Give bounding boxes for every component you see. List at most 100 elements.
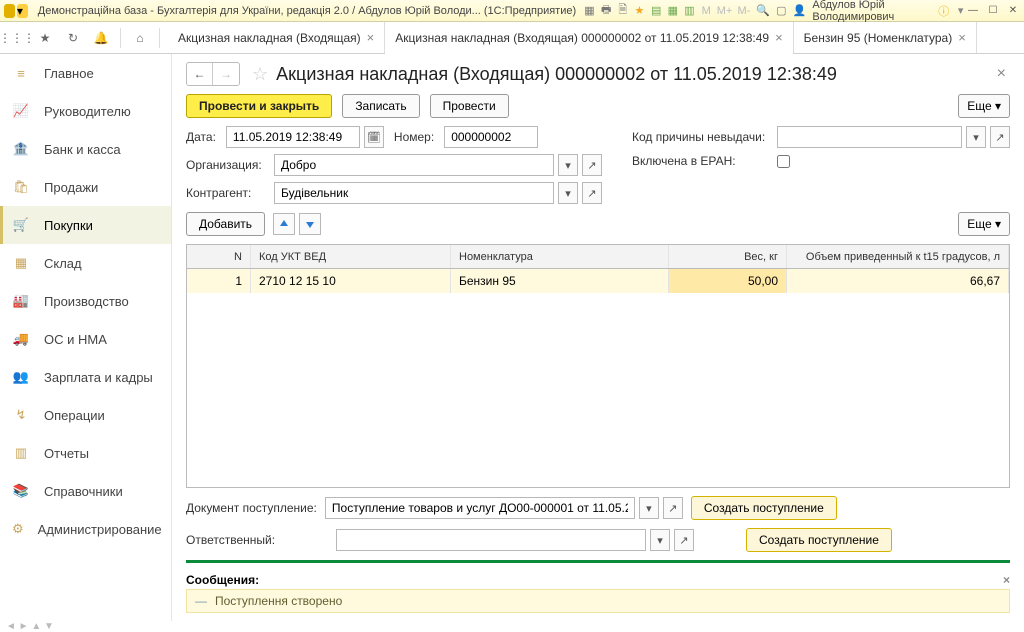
truck-icon: 🚚: [12, 330, 30, 348]
tab-1[interactable]: Акцизная накладная (Входящая) 000000002 …: [385, 22, 793, 53]
sidebar-item-reports[interactable]: ▥Отчеты: [0, 434, 171, 472]
star-icon[interactable]: ★: [634, 4, 645, 18]
open-ref-icon[interactable]: ↗: [582, 154, 602, 176]
tb-m[interactable]: M: [701, 4, 712, 18]
col-n[interactable]: N: [187, 245, 251, 268]
org-select[interactable]: [274, 154, 554, 176]
menu-icon: ≡: [12, 64, 30, 82]
messages-section: Сообщения: × — Поступлення створено: [186, 571, 1010, 613]
save-button[interactable]: Записать: [342, 94, 419, 118]
chart-icon: 📈: [12, 102, 30, 120]
tb-icon[interactable]: ▦: [584, 4, 595, 18]
create-receipt-button-1[interactable]: Создать поступление: [691, 496, 837, 520]
print-icon[interactable]: 🖶: [601, 4, 612, 18]
calendar-icon[interactable]: ▥: [684, 4, 695, 18]
more-label: Еще: [967, 99, 991, 113]
open-ref-icon[interactable]: ↗: [674, 529, 694, 551]
add-row-button[interactable]: Добавить: [186, 212, 265, 236]
responsible-select[interactable]: [336, 529, 646, 551]
contragent-select[interactable]: [274, 182, 554, 204]
window-title: Демонстраційна база - Бухгалтерія для Ук…: [38, 5, 576, 17]
tb-dropdown[interactable]: ▾: [955, 4, 966, 18]
home-icon[interactable]: ⌂: [129, 27, 151, 49]
resize-handles[interactable]: ◄ ► ▲ ▼: [0, 621, 1024, 631]
history-icon[interactable]: ↻: [62, 27, 84, 49]
tab-0[interactable]: Акцизная накладная (Входящая) ×: [168, 22, 385, 53]
calendar-icon[interactable]: 🗓: [364, 126, 384, 148]
sidebar-item-label: Администрирование: [38, 522, 162, 537]
col-weight[interactable]: Вес, кг: [669, 245, 787, 268]
sidebar-item-purchases[interactable]: 🛒Покупки: [0, 206, 171, 244]
erpan-checkbox[interactable]: [777, 155, 790, 168]
sidebar-item-operations[interactable]: ↯Операции: [0, 396, 171, 434]
close-page-icon[interactable]: ×: [993, 65, 1010, 83]
open-ref-icon[interactable]: ↗: [663, 497, 683, 519]
sidebar-item-admin[interactable]: ⚙Администрирование: [0, 510, 171, 548]
apps-icon[interactable]: ⋮⋮⋮: [6, 27, 28, 49]
app-dropdown-icon[interactable]: ▾: [17, 4, 28, 18]
tb-mminus[interactable]: M-: [738, 4, 751, 18]
sidebar-item-manager[interactable]: 📈Руководителю: [0, 92, 171, 130]
move-down-button[interactable]: [299, 213, 321, 235]
dash-icon: —: [195, 594, 207, 608]
open-ref-icon[interactable]: ↗: [990, 126, 1010, 148]
dropdown-icon[interactable]: ▾: [558, 154, 578, 176]
move-up-button[interactable]: [273, 213, 295, 235]
sidebar: ≡Главное 📈Руководителю 🏦Банк и касса 🛍Пр…: [0, 54, 172, 621]
items-table: N Код УКТ ВЕД Номенклатура Вес, кг Объем…: [186, 244, 1010, 488]
favorite-icon[interactable]: ★: [34, 27, 56, 49]
tb-icon[interactable]: 🗎: [617, 4, 628, 18]
bell-icon[interactable]: 🔔: [90, 27, 112, 49]
tab-close-icon[interactable]: ×: [775, 30, 783, 45]
table-row[interactable]: 1 2710 12 15 10 Бензин 95 50,00 66,67: [187, 269, 1009, 293]
sidebar-item-production[interactable]: 🏭Производство: [0, 282, 171, 320]
calc-icon[interactable]: ▦: [668, 4, 679, 18]
number-input[interactable]: [444, 126, 538, 148]
col-nomen[interactable]: Номенклатура: [451, 245, 669, 268]
table-more-button[interactable]: Еще ▾: [958, 212, 1010, 236]
sidebar-item-warehouse[interactable]: ▦Склад: [0, 244, 171, 282]
window-maximize[interactable]: ☐: [986, 5, 1000, 17]
dropdown-icon[interactable]: ▾: [650, 529, 670, 551]
col-code[interactable]: Код УКТ ВЕД: [251, 245, 451, 268]
reason-select[interactable]: [777, 126, 962, 148]
nav-back[interactable]: ←: [187, 63, 213, 85]
tab-close-icon[interactable]: ×: [367, 30, 375, 45]
sidebar-item-salary[interactable]: 👥Зарплата и кадры: [0, 358, 171, 396]
tab-label: Акцизная накладная (Входящая): [178, 31, 361, 45]
post-and-close-button[interactable]: Провести и закрыть: [186, 94, 332, 118]
date-input[interactable]: [226, 126, 360, 148]
ops-icon: ↯: [12, 406, 30, 424]
favorite-star-icon[interactable]: ☆: [252, 64, 268, 85]
sidebar-item-sales[interactable]: 🛍Продажи: [0, 168, 171, 206]
create-receipt-button-2[interactable]: Создать поступление: [746, 528, 892, 552]
dropdown-icon[interactable]: ▾: [639, 497, 659, 519]
sidebar-item-assets[interactable]: 🚚ОС и НМА: [0, 320, 171, 358]
messages-close-icon[interactable]: ×: [1003, 573, 1010, 587]
tb-icon[interactable]: ▢: [776, 4, 787, 18]
books-icon: 📚: [12, 482, 30, 500]
sidebar-item-bank[interactable]: 🏦Банк и касса: [0, 130, 171, 168]
sidebar-item-catalogs[interactable]: 📚Справочники: [0, 472, 171, 510]
message-item[interactable]: — Поступлення створено: [186, 589, 1010, 613]
tab-close-icon[interactable]: ×: [958, 30, 966, 45]
window-close[interactable]: ✕: [1006, 5, 1020, 17]
sidebar-item-main[interactable]: ≡Главное: [0, 54, 171, 92]
col-volume[interactable]: Объем приведенный к t15 градусов, л: [787, 245, 1009, 268]
open-ref-icon[interactable]: ↗: [582, 182, 602, 204]
tab-2[interactable]: Бензин 95 (Номенклатура) ×: [794, 22, 977, 53]
info-icon[interactable]: ⓘ: [938, 4, 949, 18]
window-minimize[interactable]: —: [966, 5, 980, 17]
receipt-doc-select[interactable]: [325, 497, 635, 519]
search-icon[interactable]: 🔍: [756, 4, 770, 18]
more-button[interactable]: Еще ▾: [958, 94, 1010, 118]
dropdown-icon[interactable]: ▾: [966, 126, 986, 148]
tab-label: Акцизная накладная (Входящая) 000000002 …: [395, 31, 769, 45]
post-button[interactable]: Провести: [430, 94, 509, 118]
factory-icon: 🏭: [12, 292, 30, 310]
tb-mplus[interactable]: M+: [718, 4, 732, 18]
dropdown-icon[interactable]: ▾: [558, 182, 578, 204]
nav-forward[interactable]: →: [213, 63, 239, 85]
cell-n: 1: [187, 269, 251, 293]
tb-icon[interactable]: ▤: [651, 4, 662, 18]
